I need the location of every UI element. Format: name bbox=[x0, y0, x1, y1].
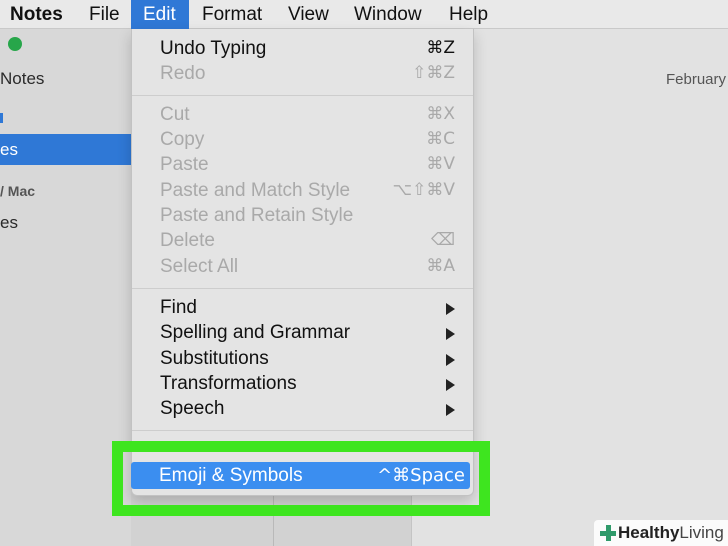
menu-item-substitutions[interactable]: Substitutions bbox=[160, 347, 455, 371]
menu-item-redo[interactable]: Redo ⇧⌘Z bbox=[160, 62, 455, 86]
submenu-arrow-icon bbox=[446, 354, 455, 366]
menu-item-label: Paste bbox=[160, 154, 209, 175]
menu-separator bbox=[132, 95, 473, 96]
menu-app-notes[interactable]: Notes bbox=[3, 0, 70, 29]
sidebar-item-notes[interactable]: Notes bbox=[0, 69, 44, 89]
edit-menu: Undo Typing ⌘Z Redo ⇧⌘Z Cut ⌘X Copy ⌘C P… bbox=[131, 29, 474, 496]
menu-item-spelling-and-grammar[interactable]: Spelling and Grammar bbox=[160, 321, 455, 345]
menu-item-paste-and-match-style[interactable]: Paste and Match Style ⌥⇧⌘V bbox=[160, 179, 455, 203]
menu-item-label: Speech bbox=[160, 398, 225, 419]
menu-item-shortcut: ⌘C bbox=[426, 129, 455, 149]
menu-item-shortcut: ⌥⇧⌘V bbox=[392, 180, 455, 200]
menu-item-label: Copy bbox=[160, 129, 205, 150]
menu-item-find[interactable]: Find bbox=[160, 296, 455, 320]
menu-item-label: Cut bbox=[160, 104, 190, 125]
menu-format[interactable]: Format bbox=[195, 0, 269, 29]
menu-item-label: Select All bbox=[160, 256, 239, 277]
menu-item-select-all[interactable]: Select All ⌘A bbox=[160, 255, 455, 279]
menu-item-cut[interactable]: Cut ⌘X bbox=[160, 103, 455, 127]
menu-item-speech[interactable]: Speech bbox=[160, 397, 455, 421]
menu-item-shortcut: ⌘Z bbox=[426, 38, 455, 58]
menu-bar: Notes File Edit Format View Window Help bbox=[0, 0, 728, 29]
menu-view[interactable]: View bbox=[281, 0, 336, 29]
menu-item-label: Undo Typing bbox=[160, 38, 267, 59]
sidebar-item-selected[interactable]: es bbox=[0, 134, 131, 165]
sidebar-item-selected-label: es bbox=[0, 140, 18, 159]
submenu-arrow-icon bbox=[446, 303, 455, 315]
window-zoom-button[interactable] bbox=[8, 37, 22, 51]
menu-item-paste[interactable]: Paste ⌘V bbox=[160, 153, 455, 177]
menu-help[interactable]: Help bbox=[442, 0, 495, 29]
sidebar-account-marker bbox=[0, 113, 3, 123]
menu-window[interactable]: Window bbox=[347, 0, 429, 29]
menu-item-shortcut: ⌘X bbox=[426, 104, 455, 124]
submenu-arrow-icon bbox=[446, 328, 455, 340]
submenu-arrow-icon bbox=[446, 379, 455, 391]
menu-file[interactable]: File bbox=[82, 0, 127, 29]
menu-item-shortcut: ⇧⌘Z bbox=[412, 63, 455, 83]
menu-item-label: Spelling and Grammar bbox=[160, 322, 351, 343]
menu-item-label: Redo bbox=[160, 63, 206, 84]
menu-item-label: Delete bbox=[160, 230, 215, 251]
menu-separator bbox=[132, 288, 473, 289]
menu-item-transformations[interactable]: Transformations bbox=[160, 372, 455, 396]
highlight-box bbox=[112, 441, 490, 516]
menu-item-label: Find bbox=[160, 297, 197, 318]
menu-item-paste-and-retain-style[interactable]: Paste and Retain Style bbox=[160, 204, 455, 228]
menu-item-shortcut: ⌘V bbox=[426, 154, 455, 174]
menu-edit[interactable]: Edit bbox=[131, 0, 189, 29]
menu-item-label: Substitutions bbox=[160, 348, 269, 369]
menu-separator bbox=[132, 430, 473, 431]
submenu-arrow-icon bbox=[446, 404, 455, 416]
menu-item-undo-typing[interactable]: Undo Typing ⌘Z bbox=[160, 37, 455, 61]
menu-item-label: Paste and Match Style bbox=[160, 180, 351, 201]
watermark-text: HealthyLiving bbox=[618, 523, 724, 542]
delete-key-icon: ⌫ bbox=[430, 230, 455, 250]
menu-item-shortcut: ⌘A bbox=[426, 256, 455, 276]
note-date: February bbox=[666, 71, 727, 88]
menu-item-label: Paste and Retain Style bbox=[160, 205, 354, 226]
menu-item-delete[interactable]: Delete ⌫ bbox=[160, 229, 455, 253]
sidebar-item-folder[interactable]: es bbox=[0, 213, 18, 233]
sidebar-section-on-my-mac: / Mac bbox=[0, 183, 36, 199]
watermark-logo: HealthyLiving bbox=[594, 520, 728, 546]
menu-item-copy[interactable]: Copy ⌘C bbox=[160, 128, 455, 152]
plus-cross-icon bbox=[600, 525, 616, 541]
menu-item-label: Transformations bbox=[160, 373, 297, 394]
